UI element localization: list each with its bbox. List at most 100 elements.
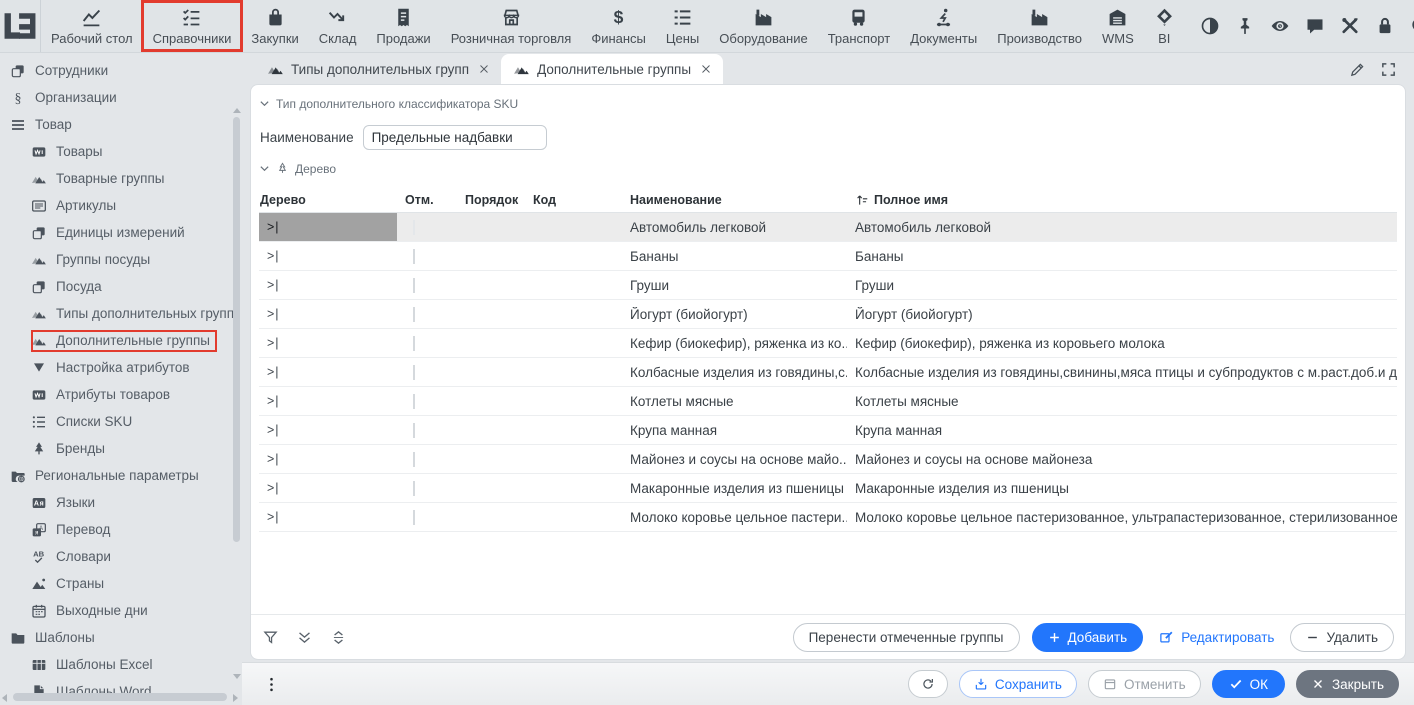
column-header-full-name[interactable]: Полное имя [847,193,1397,207]
sidebar-item-products[interactable]: Товары [0,138,242,165]
toolbar-item-transport[interactable]: Транспорт [818,0,901,52]
toolbar-item-finance[interactable]: $Финансы [581,0,656,52]
sidebar-item-attribute-setup[interactable]: Настройка атрибутов [0,354,242,381]
tree-expand-cell[interactable]: >| [259,445,397,473]
sidebar-item-languages[interactable]: AяЯзыки [0,489,242,516]
save-button[interactable]: Сохранить [959,670,1077,698]
sidebar-item-additional-groups[interactable]: Дополнительные группы [0,327,242,354]
table-row[interactable]: >|Колбасные изделия из говядины,с...Колб… [259,358,1397,387]
collapse-all-icon[interactable] [296,629,313,646]
row-checkbox[interactable] [413,510,415,525]
sidebar-item-brands[interactable]: Бренды [0,435,242,462]
sidebar-vertical-scrollbar[interactable] [233,107,241,681]
chat-icon[interactable] [1305,16,1325,36]
sidebar-item-product[interactable]: Товар [0,111,242,138]
column-header-code[interactable]: Код [525,193,622,207]
row-checkbox[interactable] [413,394,415,409]
tab-additional-groups[interactable]: Дополнительные группы [501,54,723,84]
tab-close-icon[interactable] [476,61,492,77]
table-row[interactable]: >|ГрушиГруши [259,271,1397,300]
sidebar-item-translation[interactable]: AяПеревод [0,516,242,543]
tree-expand-cell[interactable]: >| [259,503,397,531]
row-checkbox[interactable] [413,365,415,380]
edit-button[interactable]: Редактировать [1155,623,1278,652]
sidebar-item-product-attributes[interactable]: Атрибуты товаров [0,381,242,408]
search-icon[interactable] [1410,16,1414,36]
row-checkbox[interactable] [413,249,415,264]
sidebar-item-excel-templates[interactable]: Шаблоны Excel [0,651,242,678]
toolbar-item-documents[interactable]: Документы [900,0,987,52]
table-row[interactable]: >|Йогурт (биойогурт)Йогурт (биойогурт) [259,300,1397,329]
toolbar-item-sales[interactable]: Продажи [366,0,440,52]
table-row[interactable]: >|Майонез и соусы на основе майо...Майон… [259,445,1397,474]
toolbar-item-bi[interactable]: BI [1144,0,1185,52]
toolbar-item-warehouse[interactable]: Склад [309,0,367,52]
app-logo[interactable] [0,0,41,52]
sidebar-hscroll-thumb[interactable] [13,693,227,701]
table-row[interactable]: >|Автомобиль легковойАвтомобиль легковой [259,213,1397,242]
lock-icon[interactable] [1375,16,1395,36]
row-checkbox[interactable] [413,423,415,438]
fullscreen-icon[interactable] [1380,61,1397,78]
row-checkbox[interactable] [413,481,415,496]
more-options-icon[interactable] [263,676,280,693]
add-button[interactable]: Добавить [1032,623,1144,652]
column-header-checked[interactable]: Отм. [397,193,457,207]
eye-icon[interactable] [1270,16,1290,36]
sidebar-item-additional-group-types[interactable]: Типы дополнительных групп [0,300,242,327]
sidebar-scroll-right-arrow[interactable] [233,694,238,702]
edit-pencil-icon[interactable] [1349,61,1366,78]
sidebar-item-articles[interactable]: Артикулы [0,192,242,219]
row-checkbox[interactable] [413,278,415,293]
sidebar-item-units[interactable]: Единицы измерений [0,219,242,246]
sidebar-vscroll-thumb[interactable] [233,117,240,542]
row-checkbox[interactable] [413,336,415,351]
sidebar-item-employees[interactable]: Сотрудники [0,57,242,84]
tree-expand-cell[interactable]: >| [259,271,397,299]
row-checkbox[interactable] [413,220,415,235]
transfer-marked-groups-button[interactable]: Перенести отмеченные группы [793,623,1020,652]
column-header-name[interactable]: Наименование [622,193,847,207]
sidebar-item-sku-lists[interactable]: Списки SKU [0,408,242,435]
pin-icon[interactable] [1235,16,1255,36]
close-button[interactable]: Закрыть [1296,670,1399,698]
table-row[interactable]: >|Крупа маннаяКрупа манная [259,416,1397,445]
ok-button[interactable]: ОК [1212,670,1285,698]
table-row[interactable]: >|Кефир (биокефир), ряженка из ко...Кефи… [259,329,1397,358]
tree-expand-cell[interactable]: >| [259,242,397,270]
sidebar-item-dictionaries[interactable]: ABСловари [0,543,242,570]
toolbar-item-purchases[interactable]: Закупки [241,0,308,52]
toolbar-item-prices[interactable]: Цены [656,0,709,52]
name-input[interactable] [363,125,547,150]
toolbar-item-retail[interactable]: Розничная торговля [441,0,582,52]
tree-expand-cell[interactable]: >| [259,329,397,357]
table-row[interactable]: >|Молоко коровье цельное пастери...Молок… [259,503,1397,532]
contrast-icon[interactable] [1200,16,1220,36]
sidebar-scroll-down-arrow[interactable] [233,674,241,679]
tree-expand-cell[interactable]: >| [259,387,397,415]
table-row[interactable]: >|Макаронные изделия из пшеницыМакаронны… [259,474,1397,503]
section-tree[interactable]: Дерево [259,162,336,176]
toolbar-item-equipment[interactable]: Оборудование [709,0,817,52]
row-checkbox[interactable] [413,452,415,467]
section-sku-classifier-type[interactable]: Тип дополнительного классификатора SKU [259,97,518,111]
tab-close-icon[interactable] [698,61,714,77]
table-row[interactable]: >|БананыБананы [259,242,1397,271]
sidebar-item-templates[interactable]: Шаблоны [0,624,242,651]
sidebar-horizontal-scrollbar[interactable] [2,693,238,702]
delete-button[interactable]: Удалить [1290,623,1394,652]
column-header-order[interactable]: Порядок [457,193,525,207]
row-checkbox[interactable] [413,307,415,322]
sidebar-item-dishes[interactable]: Посуда [0,273,242,300]
sidebar-item-organizations[interactable]: §Организации [0,84,242,111]
toolbar-item-production[interactable]: Производство [987,0,1092,52]
sidebar-item-countries[interactable]: Страны [0,570,242,597]
tree-expand-cell[interactable]: >| [259,474,397,502]
filter-icon[interactable] [262,629,279,646]
tree-expand-cell[interactable]: >| [259,416,397,444]
tree-expand-cell[interactable]: >| [259,358,397,386]
cancel-button[interactable]: Отменить [1088,670,1201,698]
tools-icon[interactable] [1340,16,1360,36]
sidebar-item-product-groups[interactable]: Товарные группы [0,165,242,192]
toolbar-item-wms[interactable]: WMS [1092,0,1144,52]
